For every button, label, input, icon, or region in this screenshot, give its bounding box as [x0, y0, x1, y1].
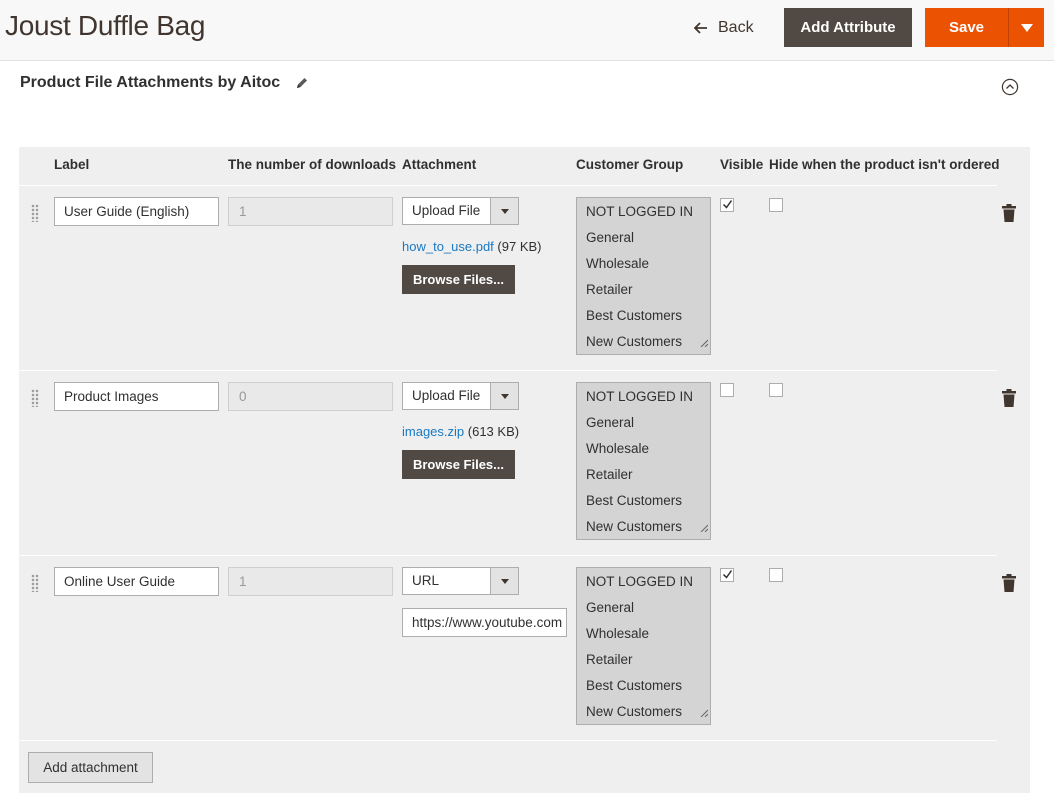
- row-divider: [19, 740, 997, 741]
- customer-group-option[interactable]: Best Customers: [586, 308, 682, 323]
- customer-group-option[interactable]: Retailer: [586, 282, 633, 297]
- trash-icon[interactable]: [1002, 389, 1016, 412]
- customer-group-option[interactable]: NOT LOGGED IN: [586, 204, 693, 219]
- customer-group-option[interactable]: Retailer: [586, 652, 633, 667]
- customer-group-option[interactable]: General: [586, 230, 634, 245]
- attachments-table: Label The number of downloads Attachment…: [19, 147, 1030, 793]
- back-label: Back: [718, 19, 754, 36]
- downloads-input[interactable]: 0: [228, 382, 393, 411]
- browse-files-button[interactable]: Browse Files...: [402, 450, 515, 479]
- file-info: images.zip (613 KB): [402, 424, 519, 439]
- customer-group-option[interactable]: Wholesale: [586, 256, 649, 271]
- drag-handle-icon[interactable]: [31, 204, 39, 222]
- resize-grip-icon[interactable]: [700, 704, 709, 722]
- customer-group-multiselect[interactable]: NOT LOGGED IN General Wholesale Retailer…: [576, 197, 711, 355]
- visible-checkbox[interactable]: [720, 198, 734, 212]
- column-header-downloads: The number of downloads: [228, 157, 396, 172]
- checkmark-icon: [722, 570, 733, 579]
- checkmark-icon: [722, 200, 733, 209]
- customer-group-option[interactable]: General: [586, 600, 634, 615]
- row-divider: [19, 370, 997, 371]
- save-button[interactable]: Save: [925, 8, 1008, 47]
- downloads-input[interactable]: 1: [228, 567, 393, 596]
- pencil-icon[interactable]: [295, 76, 309, 95]
- page-header: Joust Duffle Bag Back Add Attribute Save: [0, 0, 1054, 61]
- attachment-type-select[interactable]: URL: [402, 567, 519, 595]
- downloads-input[interactable]: 1: [228, 197, 393, 226]
- collapse-icon[interactable]: [1001, 78, 1019, 101]
- chevron-down-icon: [490, 568, 518, 594]
- customer-group-option[interactable]: New Customers: [586, 704, 682, 719]
- attachment-type-value: URL: [412, 573, 440, 588]
- trash-icon[interactable]: [1002, 204, 1016, 227]
- column-header-customer-group: Customer Group: [576, 157, 684, 172]
- attachment-type-value: Upload File: [412, 388, 481, 403]
- file-size: (613 KB): [467, 424, 520, 439]
- section-title: Product File Attachments by Aitoc: [20, 74, 281, 91]
- label-input[interactable]: Online User Guide: [54, 567, 219, 596]
- arrow-left-icon: [694, 22, 708, 34]
- resize-grip-icon[interactable]: [700, 519, 709, 537]
- customer-group-multiselect[interactable]: NOT LOGGED IN General Wholesale Retailer…: [576, 567, 711, 725]
- save-options-toggle[interactable]: [1008, 8, 1044, 47]
- column-header-hide: Hide when the product isn't ordered: [769, 157, 1000, 172]
- attachment-type-value: Upload File: [412, 203, 481, 218]
- file-info: how_to_use.pdf (97 KB): [402, 239, 542, 254]
- row-divider: [19, 185, 997, 186]
- visible-checkbox[interactable]: [720, 383, 734, 397]
- chevron-down-icon: [490, 198, 518, 224]
- customer-group-option[interactable]: Wholesale: [586, 441, 649, 456]
- customer-group-option[interactable]: New Customers: [586, 519, 682, 534]
- label-input[interactable]: User Guide (English): [54, 197, 219, 226]
- row-divider: [19, 555, 997, 556]
- caret-down-icon: [1020, 23, 1033, 32]
- file-link[interactable]: images.zip: [402, 424, 464, 439]
- chevron-down-icon: [490, 383, 518, 409]
- add-attachment-button[interactable]: Add attachment: [28, 752, 153, 783]
- customer-group-option[interactable]: Best Customers: [586, 493, 682, 508]
- file-link[interactable]: how_to_use.pdf: [402, 239, 494, 254]
- column-header-attachment: Attachment: [402, 157, 477, 172]
- column-header-visible: Visible: [720, 157, 764, 172]
- file-size: (97 KB): [497, 239, 542, 254]
- visible-checkbox[interactable]: [720, 568, 734, 582]
- customer-group-option[interactable]: NOT LOGGED IN: [586, 574, 693, 589]
- drag-handle-icon[interactable]: [31, 389, 39, 407]
- hide-when-not-ordered-checkbox[interactable]: [769, 568, 783, 582]
- resize-grip-icon[interactable]: [700, 334, 709, 352]
- add-attribute-button[interactable]: Add Attribute: [784, 8, 912, 47]
- url-input[interactable]: https://www.youtube.com: [402, 608, 567, 637]
- page-title: Joust Duffle Bag: [5, 10, 206, 41]
- drag-handle-icon[interactable]: [31, 574, 39, 592]
- browse-files-button[interactable]: Browse Files...: [402, 265, 515, 294]
- customer-group-option[interactable]: Best Customers: [586, 678, 682, 693]
- trash-icon[interactable]: [1002, 574, 1016, 597]
- customer-group-option[interactable]: New Customers: [586, 334, 682, 349]
- customer-group-option[interactable]: General: [586, 415, 634, 430]
- attachment-type-select[interactable]: Upload File: [402, 197, 519, 225]
- back-button[interactable]: Back: [694, 16, 754, 40]
- column-header-label: Label: [54, 157, 90, 172]
- customer-group-option[interactable]: NOT LOGGED IN: [586, 389, 693, 404]
- label-input[interactable]: Product Images: [54, 382, 219, 411]
- attachment-type-select[interactable]: Upload File: [402, 382, 519, 410]
- customer-group-multiselect[interactable]: NOT LOGGED IN General Wholesale Retailer…: [576, 382, 711, 540]
- hide-when-not-ordered-checkbox[interactable]: [769, 383, 783, 397]
- customer-group-option[interactable]: Retailer: [586, 467, 633, 482]
- customer-group-option[interactable]: Wholesale: [586, 626, 649, 641]
- hide-when-not-ordered-checkbox[interactable]: [769, 198, 783, 212]
